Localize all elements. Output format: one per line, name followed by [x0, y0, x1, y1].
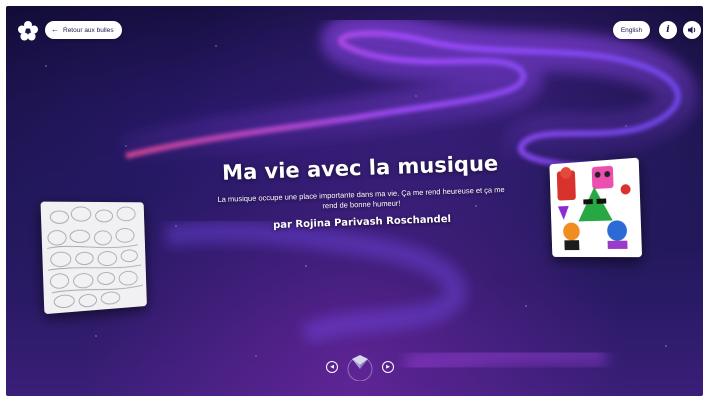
flower-logo-icon[interactable]: [17, 20, 39, 42]
next-button[interactable]: ▶: [382, 361, 394, 373]
story-navigation: ◀ ▶: [326, 353, 398, 383]
info-icon: i: [666, 25, 670, 35]
back-button-label: Retour aux bulles: [63, 26, 114, 34]
sound-button[interactable]: [683, 21, 701, 39]
chevron-left-icon: ◀: [330, 363, 334, 370]
sketch-artwork: [40, 201, 147, 315]
diamond-marker-icon: [347, 355, 373, 381]
previous-button[interactable]: ◀: [326, 361, 338, 373]
language-label: English: [620, 26, 643, 34]
artwork-card-left[interactable]: [40, 201, 147, 315]
story-intro: Ma vie avec la musique La musique occupe…: [205, 151, 517, 234]
colorful-drawing-artwork: [549, 157, 643, 258]
speaker-icon: [688, 26, 696, 34]
story-description: La musique occupe une place importante d…: [217, 184, 505, 211]
arrow-left-icon: ←: [51, 25, 59, 34]
back-to-bubbles-button[interactable]: ← Retour aux bulles: [45, 21, 122, 39]
language-button[interactable]: English: [613, 21, 650, 39]
info-button[interactable]: i: [659, 21, 677, 39]
chevron-right-icon: ▶: [386, 363, 390, 370]
artwork-card-right[interactable]: [549, 157, 643, 258]
top-bar: ← Retour aux bulles English i: [6, 6, 703, 46]
scene-viewport: ← Retour aux bulles English i Ma vie ave…: [6, 6, 703, 396]
